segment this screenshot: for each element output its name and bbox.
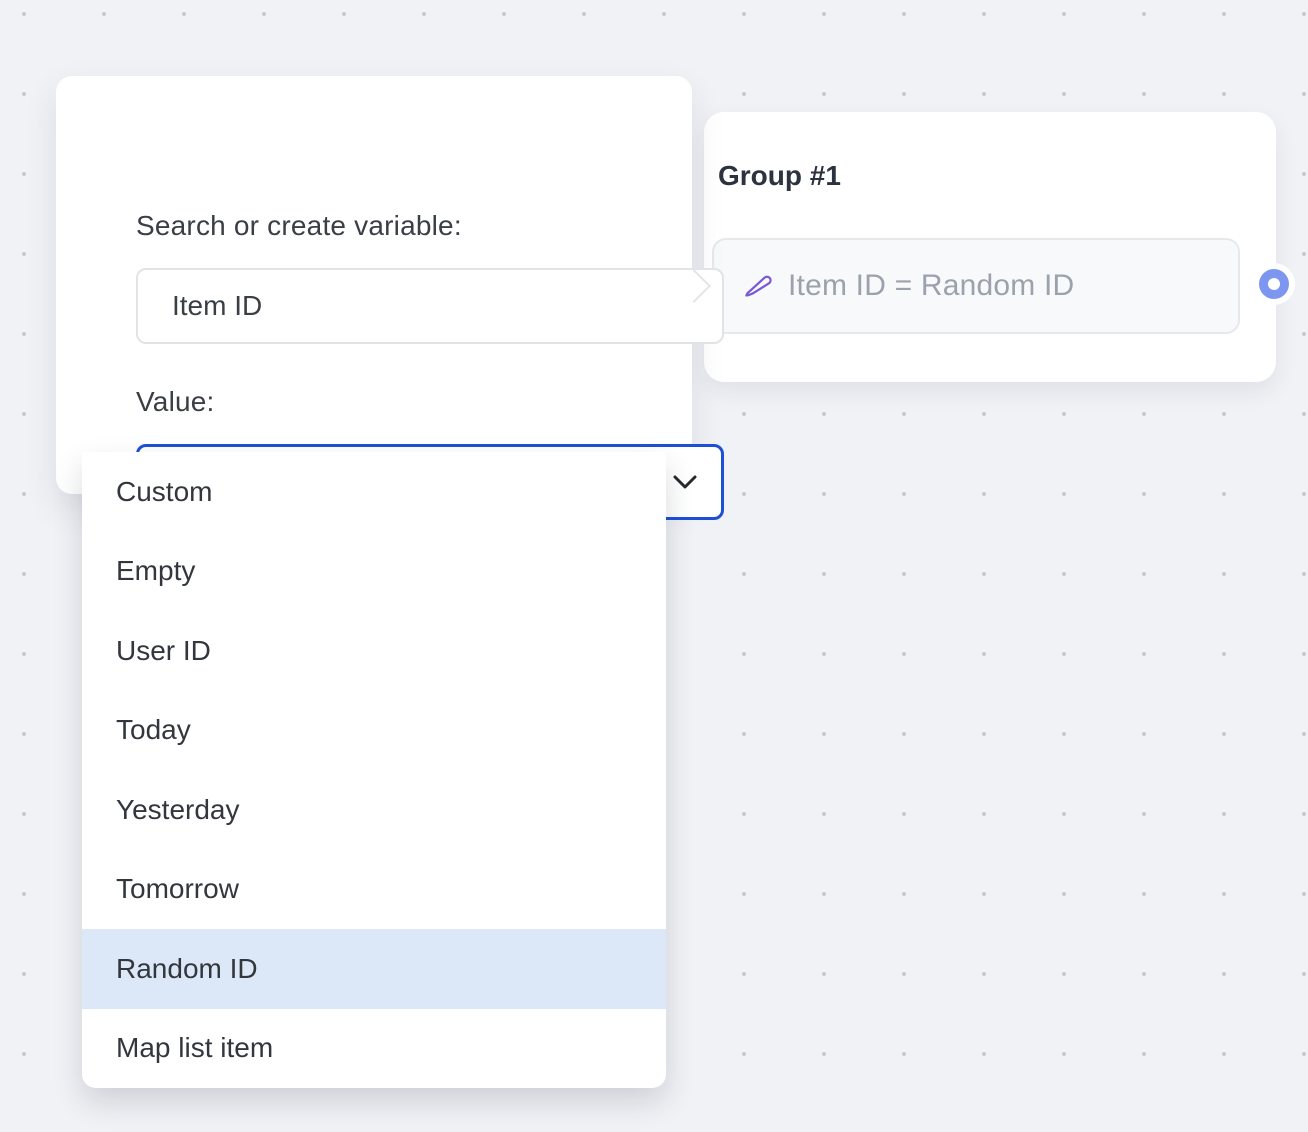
dropdown-option[interactable]: Tomorrow (82, 850, 666, 930)
dropdown-option-label: Yesterday (116, 794, 240, 826)
group-card[interactable]: Group #1 Item ID = Random ID (704, 112, 1276, 382)
dropdown-option[interactable]: User ID (82, 611, 666, 691)
dropdown-option[interactable]: Yesterday (82, 770, 666, 850)
dropdown-option-label: User ID (116, 635, 211, 667)
dropdown-option[interactable]: Custom (82, 452, 666, 532)
connector-handle[interactable] (1259, 269, 1289, 299)
group-title: Group #1 (718, 160, 841, 192)
dropdown-option-label: Tomorrow (116, 873, 239, 905)
dropdown-option-label: Map list item (116, 1032, 273, 1064)
workflow-canvas[interactable]: Search or create variable: Value: Random… (0, 0, 1308, 1132)
value-label: Value: (136, 386, 215, 418)
search-or-create-variable-label: Search or create variable: (136, 210, 462, 242)
dropdown-option-label: Random ID (116, 953, 258, 985)
condition-item[interactable]: Item ID = Random ID (712, 238, 1240, 334)
dropdown-option[interactable]: Empty (82, 532, 666, 612)
dropdown-option-label: Today (116, 714, 191, 746)
variable-editor-popup: Search or create variable: Value: Random… (56, 76, 692, 494)
dropdown-option[interactable]: Map list item (82, 1009, 666, 1089)
variable-name-input[interactable] (136, 268, 724, 344)
pencil-icon (744, 272, 772, 300)
dropdown-option[interactable]: Random ID (82, 929, 666, 1009)
value-options-listbox: Custom Empty User ID Today Yesterday Tom… (82, 452, 666, 1088)
dropdown-option[interactable]: Today (82, 691, 666, 771)
condition-text: Item ID = Random ID (788, 269, 1074, 303)
dropdown-option-label: Empty (116, 555, 195, 587)
dropdown-option-label: Custom (116, 476, 212, 508)
chevron-down-icon (672, 474, 698, 490)
